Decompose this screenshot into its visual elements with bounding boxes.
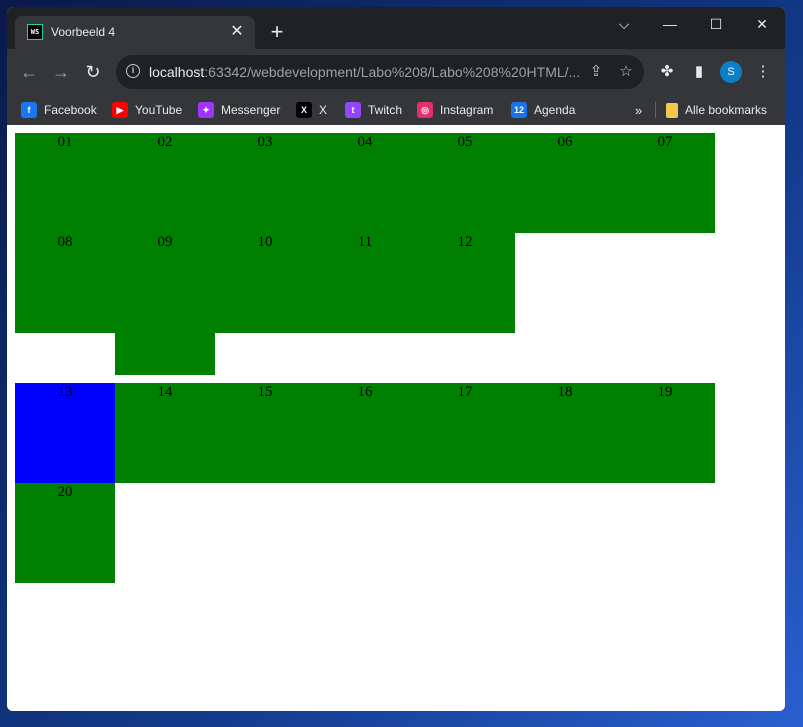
grid-cell-17: 17 xyxy=(415,383,515,483)
new-tab-icon[interactable]: + xyxy=(265,20,289,44)
bookmarks-divider xyxy=(655,102,656,118)
grid-cell-14: 14 xyxy=(115,383,215,483)
grid-cell-07: 07 xyxy=(615,133,715,233)
back-icon[interactable]: ← xyxy=(16,59,42,85)
bookmark-star-icon[interactable]: ☆ xyxy=(616,62,636,82)
grid-cell-13: 13 xyxy=(15,383,115,483)
bookmark-label: YouTube xyxy=(135,103,183,117)
side-panel-icon[interactable]: ▮ xyxy=(687,60,711,84)
grid-cell-04: 04 xyxy=(315,133,415,233)
tab-title: Voorbeeld 4 xyxy=(51,25,116,39)
extensions-icon[interactable]: ✤ xyxy=(655,60,679,84)
minimize-icon[interactable]: — xyxy=(647,11,693,37)
share-icon[interactable]: ⇪ xyxy=(586,62,606,82)
grid-cell-15: 15 xyxy=(215,383,315,483)
bookmark-youtube[interactable]: ▶ YouTube xyxy=(112,101,182,119)
x-icon: X xyxy=(296,102,312,118)
bookmark-label: Facebook xyxy=(44,103,97,117)
grid-cell-03: 03 xyxy=(215,133,315,233)
bookmark-label: X xyxy=(319,103,328,117)
grid-cell-20: 20 xyxy=(15,483,115,583)
bookmarks-bar: f Facebook ▶ YouTube ✦ Messenger X Xt Twitch ◎ Ins… xyxy=(7,94,785,125)
site-info-icon[interactable]: i xyxy=(126,64,140,78)
bookmark-instagram[interactable]: ◎ Instagram xyxy=(417,101,493,119)
grid-cell-10: 10 xyxy=(215,233,315,333)
facebook-icon: f xyxy=(21,102,37,118)
bookmark-label: Agenda xyxy=(534,103,576,117)
close-tab-icon[interactable]: ✕ xyxy=(227,22,247,42)
more-bookmarks-icon[interactable]: » xyxy=(635,101,642,119)
bookmark-label: Twitch xyxy=(368,103,403,117)
address-bar[interactable]: i localhost:63342/webdevelopment/Labo%20… xyxy=(116,55,644,89)
grid-cell-01: 01 xyxy=(15,133,115,233)
grid-cell-08: 08 xyxy=(15,233,115,333)
tab-search-icon[interactable]: ⌵ xyxy=(601,11,647,37)
webstorm-icon: WS xyxy=(27,24,43,40)
calendar-icon: 12 xyxy=(511,102,527,118)
grid-cell-12: 12 xyxy=(415,233,515,333)
grid-cell-18: 18 xyxy=(515,383,615,483)
bookmark-twitch[interactable]: t Twitch xyxy=(345,101,402,119)
grid-cell-09: 09 xyxy=(115,233,215,333)
grid-cell-02: 02 xyxy=(115,133,215,233)
page-viewport: 01 02 03 04 05 06 07 08 09 10 11 12 13 14 15 16 17 18 19 20 xyxy=(7,125,785,711)
youtube-icon: ▶ xyxy=(112,102,128,118)
maximize-icon[interactable]: ☐ xyxy=(693,11,739,37)
grid-cell-06: 06 xyxy=(515,133,615,233)
bookmark-messenger[interactable]: ✦ Messenger xyxy=(198,101,280,119)
folder-icon xyxy=(666,102,678,118)
bookmark-label: Messenger xyxy=(221,103,281,117)
bookmark-agenda[interactable]: 12 Agenda xyxy=(511,101,575,119)
all-bookmarks-button[interactable]: Alle bookmarks xyxy=(666,101,767,119)
bookmark-facebook[interactable]: f Facebook xyxy=(21,101,97,119)
instagram-icon: ◎ xyxy=(417,102,433,118)
url-text[interactable]: localhost:63342/webdevelopment/Labo%208/… xyxy=(149,64,580,80)
close-window-icon[interactable]: ✕ xyxy=(739,11,785,37)
url-host: localhost xyxy=(149,64,205,80)
active-tab[interactable]: WS Voorbeeld 4 ✕ xyxy=(15,16,255,49)
grid-cell-11: 11 xyxy=(315,233,415,333)
bookmark-x[interactable]: XX xyxy=(296,101,327,119)
reload-icon[interactable]: ↻ xyxy=(80,59,106,85)
twitch-icon: t xyxy=(345,102,361,118)
browser-window: WS Voorbeeld 4 ✕ + ⌵ — ☐ ✕ ← → ↻ i local… xyxy=(7,7,785,711)
grid-cell-16: 16 xyxy=(315,383,415,483)
forward-icon[interactable]: → xyxy=(48,59,74,85)
browser-toolbar: ← → ↻ i localhost:63342/webdevelopment/L… xyxy=(7,49,785,94)
all-bookmarks-label: Alle bookmarks xyxy=(685,103,768,117)
messenger-icon: ✦ xyxy=(198,102,214,118)
menu-icon[interactable]: ⋮ xyxy=(751,60,775,84)
grid-cell-19: 19 xyxy=(615,383,715,483)
url-path: :63342/webdevelopment/Labo%208/Labo%208%… xyxy=(204,64,581,80)
grid-cell-05: 05 xyxy=(415,133,515,233)
profile-avatar[interactable]: S xyxy=(720,61,742,83)
bookmark-label: Instagram xyxy=(440,103,494,117)
tab-strip: WS Voorbeeld 4 ✕ + ⌵ — ☐ ✕ xyxy=(7,7,785,49)
